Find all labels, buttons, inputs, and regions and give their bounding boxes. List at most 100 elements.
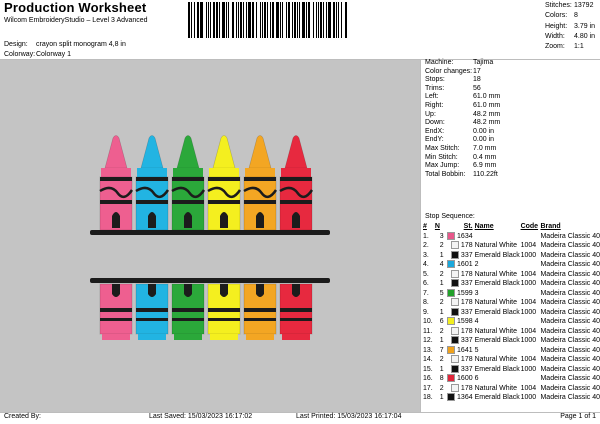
crayon-tip — [104, 135, 128, 169]
row-needle: 4 — [439, 261, 444, 268]
crayon-band — [172, 177, 204, 181]
row-brand: Madeira Classic 40 — [540, 299, 600, 306]
row-thread-name: Natural White — [474, 384, 518, 392]
info-value: 18 — [473, 76, 481, 84]
info-value: 0.00 in — [473, 127, 495, 135]
row-thread-name: Natural White — [474, 242, 518, 249]
stat-label: Zoom: — [545, 43, 565, 51]
color-swatch — [447, 374, 456, 383]
crayon-base — [210, 334, 238, 340]
col-header-brand: Brand — [540, 223, 561, 230]
table-row: 3. 1 337 Emerald Black 1000 Madeira Classic 4… — [423, 250, 600, 261]
info-value: 110.22ft — [473, 170, 498, 178]
row-stitches: 178 — [447, 355, 475, 365]
row-needle: 2 — [439, 299, 444, 306]
color-swatch — [447, 260, 456, 269]
info-label: Trims: — [425, 84, 445, 92]
crayon-notch — [148, 284, 156, 297]
stat-value: 3.79 in — [574, 22, 596, 30]
created-by: Created By: — [4, 413, 41, 420]
barcode-bar — [243, 2, 244, 38]
col-header-stitches: St. — [463, 223, 473, 230]
crayon-band — [136, 318, 168, 321]
row-stitches: 337 — [447, 250, 475, 261]
info-value: Tajima — [473, 59, 494, 66]
info-label: Stops: — [425, 76, 445, 84]
colorway-info: Colorway:Colorway 1 — [4, 51, 71, 58]
row-code: 1004 — [520, 270, 537, 278]
stitch-count: 178 — [460, 242, 473, 249]
crayon-hole — [256, 212, 264, 228]
info-row: Max Stitch: 7.0 mm — [425, 145, 500, 154]
info-value: 48.2 mm — [473, 110, 501, 118]
barcode-bar — [272, 2, 274, 38]
row-thread-name: Emerald Black — [474, 394, 520, 401]
row-brand: Madeira Classic 40 — [540, 327, 600, 335]
col-header-index: # — [423, 223, 427, 230]
row-code: 1000 — [520, 280, 537, 287]
stitch-count: 1601 — [457, 261, 473, 268]
row-needle: 8 — [439, 375, 444, 382]
row-thread-name — [475, 232, 521, 242]
row-index: 10. — [423, 318, 433, 325]
info-value: 61.0 mm — [473, 101, 501, 109]
divider — [420, 60, 421, 412]
barcode-bar — [316, 2, 317, 38]
table-row: 16. 8 1600 6 Madeira Classic 40 — [423, 374, 600, 384]
stat-row: Height: 3.79 in — [545, 22, 595, 32]
col-header-code: Code — [520, 223, 539, 230]
row-code — [521, 374, 541, 384]
design-preview — [0, 60, 420, 412]
row-code: 1004 — [520, 356, 537, 363]
barcode-bar — [240, 2, 242, 38]
row-code: 1004 — [520, 242, 537, 249]
row-brand: Madeira Classic 40 — [540, 337, 600, 344]
crayon-band — [280, 318, 312, 321]
crayon-band — [280, 200, 312, 204]
info-label: Max Jump: — [425, 162, 460, 170]
stitch-count: 178 — [460, 299, 473, 306]
barcode-bar — [222, 2, 225, 38]
barcode — [188, 2, 352, 38]
info-label: EndX: — [425, 127, 445, 135]
crayon-base — [282, 334, 310, 340]
row-index: 3. — [423, 251, 429, 259]
crayon-hole — [292, 212, 300, 228]
row-stitches: 178 — [447, 269, 475, 280]
row-index: 2. — [423, 242, 429, 249]
stitch-count: 1600 — [457, 375, 473, 382]
crayon-band — [208, 200, 240, 204]
crayon-notch — [184, 284, 192, 297]
row-index: 17. — [423, 384, 433, 392]
barcode-bar — [306, 2, 307, 38]
table-row: 2. 2 178 Natural White 1004 Madeira Classic 4… — [423, 241, 600, 251]
barcode-bar — [286, 2, 287, 38]
crayon-notch — [112, 284, 120, 297]
info-row: Total Bobbin: 110.22ft — [425, 171, 500, 180]
row-stitches: 337 — [447, 307, 475, 318]
barcode-bar — [262, 2, 263, 38]
color-swatch — [447, 345, 456, 354]
machine-info-panel: Machine: Tajima Color changes: 17 Stops: 18 Tr… — [425, 59, 500, 179]
software-subtitle: Wilcom EmbroideryStudio – Level 3 Advanc… — [4, 17, 148, 24]
row-code — [521, 346, 541, 356]
barcode-bar — [313, 2, 314, 38]
page-title: Production Worksheet — [4, 0, 147, 15]
row-index: 1. — [423, 232, 429, 240]
row-thread-name: 4 — [474, 318, 479, 325]
info-value: 17 — [473, 67, 481, 75]
barcode-bar — [252, 2, 254, 38]
color-swatch — [450, 364, 459, 373]
crayon-hole — [184, 212, 192, 228]
stop-sequence-title: Stop Sequence: — [425, 213, 475, 220]
row-code — [521, 232, 541, 242]
table-row: 4. 4 1601 2 Madeira Classic 40 — [423, 260, 600, 270]
info-row: Stops: 18 — [425, 76, 500, 85]
info-label: Right: — [425, 101, 444, 109]
table-row: 18. 1 1364 Emerald Black 1000 Madeira Classic… — [423, 393, 600, 403]
row-code: 1000 — [520, 251, 537, 259]
barcode-bar — [276, 2, 279, 38]
row-stitches: 337 — [447, 336, 475, 346]
barcode-bar — [194, 2, 195, 38]
barcode-bar — [197, 2, 199, 38]
